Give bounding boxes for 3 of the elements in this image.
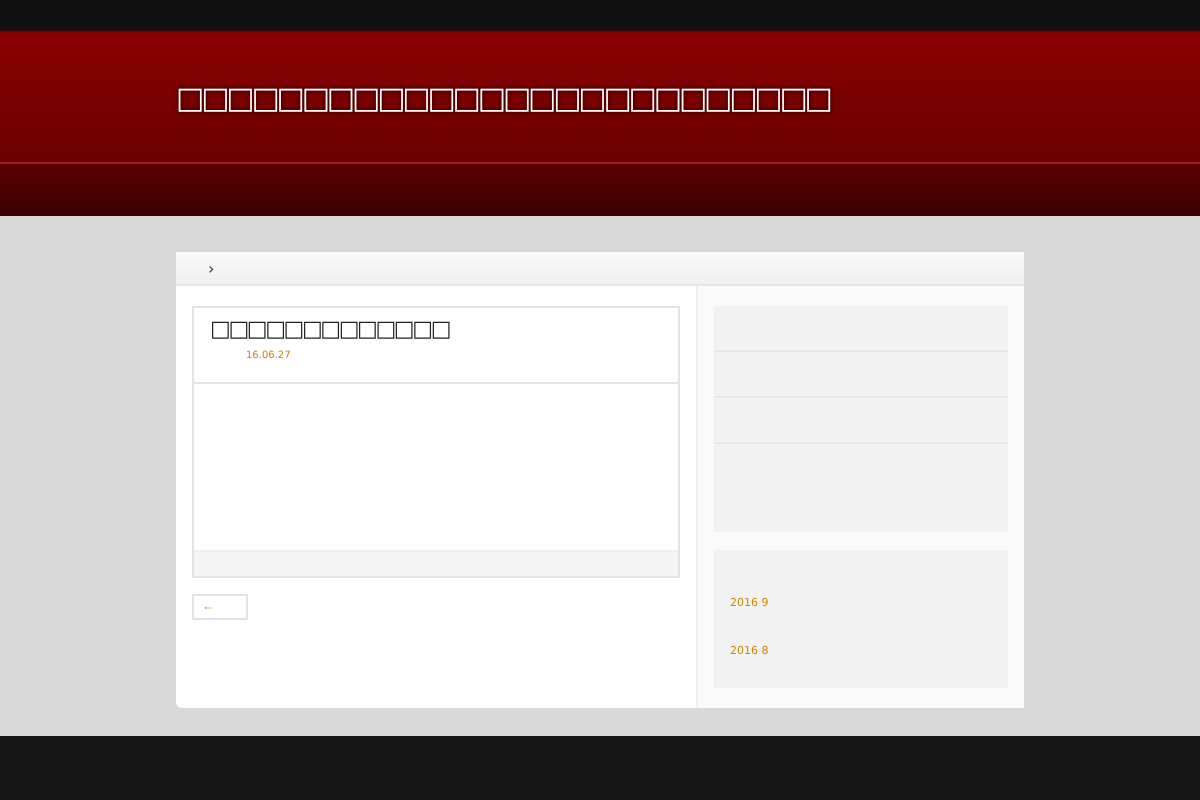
post-title[interactable]: □□□□□□□□□□□□□ [210, 316, 662, 342]
breadcrumb-separator: › [208, 259, 215, 277]
site-title[interactable]: □□□□□□□□□□□□□□□□□□□□□□□□□□ [176, 79, 830, 115]
